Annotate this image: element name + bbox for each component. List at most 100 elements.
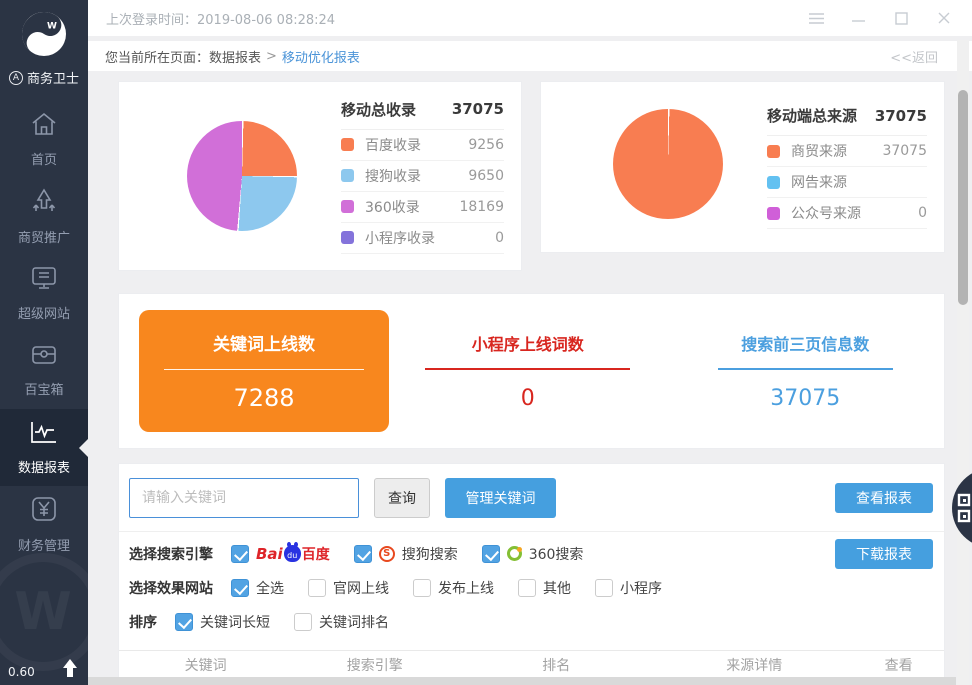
sidebar-item-data-report[interactable]: 数据报表 bbox=[0, 409, 88, 486]
legend-swatch bbox=[341, 200, 354, 213]
site-label: 其他 bbox=[543, 578, 571, 598]
chart-total: 37075 bbox=[452, 100, 504, 118]
table-header-rank: 排名 bbox=[457, 655, 655, 675]
legend-swatch bbox=[341, 231, 354, 244]
table-header-row: 关键词 搜索引擎 排名 来源详情 查看 bbox=[119, 650, 944, 679]
version-label: 0.60 bbox=[8, 665, 35, 679]
legend-item: 商贸来源 37075 bbox=[767, 136, 927, 167]
legend-value: 0 bbox=[918, 205, 927, 221]
legend-item: 公众号来源 0 bbox=[767, 198, 927, 229]
minimize-icon[interactable] bbox=[852, 13, 868, 24]
breadcrumb-separator: > bbox=[266, 49, 277, 64]
view-report-button[interactable]: 查看报表 bbox=[835, 483, 933, 513]
sort-length-checkbox[interactable]: 关键词长短 bbox=[175, 612, 270, 632]
chart-title: 移动端总来源 bbox=[767, 105, 857, 126]
back-link[interactable]: <<返回 bbox=[890, 47, 938, 66]
checkbox-icon bbox=[308, 579, 326, 597]
table-header-keyword: 关键词 bbox=[119, 655, 292, 675]
keyword-input[interactable] bbox=[129, 478, 359, 518]
stat-top3-info[interactable]: 搜索前三页信息数 37075 bbox=[667, 331, 945, 411]
engine-360-checkbox[interactable]: 360搜索 bbox=[482, 544, 584, 564]
legend-item: 搜狗收录 9650 bbox=[341, 161, 504, 192]
breadcrumb-label: 您当前所在页面：数据报表 bbox=[105, 47, 261, 66]
sort-rank-checkbox[interactable]: 关键词排名 bbox=[294, 612, 389, 632]
baidu-logo-text: Bai bbox=[256, 545, 283, 563]
breadcrumb: 您当前所在页面：数据报表 > 移动优化报表 <<返回 bbox=[88, 41, 972, 71]
site-other-checkbox[interactable]: 其他 bbox=[518, 578, 571, 598]
checkbox-icon bbox=[482, 545, 500, 563]
sidebar-item-home[interactable]: 首页 bbox=[0, 101, 88, 178]
site-miniprogram-checkbox[interactable]: 小程序 bbox=[595, 578, 662, 598]
legend-swatch bbox=[341, 138, 354, 151]
vertical-scrollbar-thumb[interactable] bbox=[958, 90, 968, 305]
sidebar-item-toolbox[interactable]: 百宝箱 bbox=[0, 332, 88, 409]
breadcrumb-current-link[interactable]: 移动优化报表 bbox=[282, 47, 360, 66]
chart-total: 37075 bbox=[875, 107, 927, 125]
manage-keywords-button[interactable]: 管理关键词 bbox=[445, 478, 556, 518]
legend-swatch bbox=[767, 207, 780, 220]
stat-value: 37075 bbox=[770, 386, 840, 411]
legend-value: 9256 bbox=[468, 137, 504, 153]
download-report-button[interactable]: 下载报表 bbox=[835, 539, 933, 569]
legend-label: 百度收录 bbox=[365, 135, 468, 155]
checkbox-icon bbox=[354, 545, 372, 563]
stat-title: 搜索前三页信息数 bbox=[741, 331, 869, 355]
main-content: 您当前所在页面：数据报表 > 移动优化报表 <<返回 移动总收录 37075 bbox=[88, 36, 972, 685]
menu-icon[interactable] bbox=[809, 13, 825, 24]
legend-value: 9650 bbox=[468, 168, 504, 184]
mobile-source-legend: 移动端总来源 37075 商贸来源 37075 网告来源 bbox=[767, 105, 927, 229]
stat-divider bbox=[425, 368, 630, 370]
stat-title: 关键词上线数 bbox=[213, 330, 315, 355]
stat-keyword-online[interactable]: 关键词上线数 7288 bbox=[139, 310, 389, 432]
site-label: 小程序 bbox=[620, 578, 662, 598]
baidu-logo-cn: 百度 bbox=[302, 544, 330, 564]
table-header-engine: 搜索引擎 bbox=[292, 655, 457, 675]
legend-swatch bbox=[341, 169, 354, 182]
stat-divider bbox=[718, 368, 893, 370]
close-icon[interactable] bbox=[938, 12, 954, 24]
scroll-top-arrow-icon[interactable] bbox=[62, 659, 78, 681]
legend-value: 0 bbox=[495, 230, 504, 246]
sort-label: 关键词排名 bbox=[319, 612, 389, 632]
sidebar-item-website[interactable]: 超级网站 bbox=[0, 255, 88, 332]
sidebar: W A 商务卫士 首页 bbox=[0, 0, 88, 685]
legend-value: 37075 bbox=[882, 143, 927, 159]
vertical-scrollbar-track[interactable] bbox=[957, 40, 969, 685]
chart-title: 移动总收录 bbox=[341, 99, 416, 120]
app-window: W A 商务卫士 首页 bbox=[0, 0, 972, 685]
legend-label: 公众号来源 bbox=[791, 203, 918, 223]
query-button[interactable]: 查询 bbox=[374, 478, 430, 518]
brand-name: 商务卫士 bbox=[27, 68, 79, 87]
stat-miniprogram-words[interactable]: 小程序上线词数 0 bbox=[389, 331, 667, 411]
legend-item: 百度收录 9256 bbox=[341, 130, 504, 161]
sidebar-item-promotion[interactable]: 商贸推广 bbox=[0, 178, 88, 255]
legend-label: 360收录 bbox=[365, 197, 459, 217]
engine-sogou-checkbox[interactable]: S 搜狗搜索 bbox=[354, 544, 458, 564]
home-icon bbox=[30, 111, 58, 141]
maximize-icon[interactable] bbox=[895, 12, 911, 25]
horizontal-scrollbar[interactable] bbox=[88, 677, 956, 685]
site-official-checkbox[interactable]: 官网上线 bbox=[308, 578, 389, 598]
site-label: 全选 bbox=[256, 578, 284, 598]
engine-filter-row: 选择搜索引擎 Bai du 百度 S 搜狗搜索 bbox=[119, 541, 944, 566]
checkbox-icon bbox=[518, 579, 536, 597]
checkbox-icon bbox=[413, 579, 431, 597]
legend-item: 小程序收录 0 bbox=[341, 223, 504, 254]
engine-baidu-checkbox[interactable]: Bai du 百度 bbox=[231, 544, 330, 564]
engine-label: 360搜索 bbox=[529, 544, 584, 564]
site-all-checkbox[interactable]: 全选 bbox=[231, 578, 284, 598]
site-label: 官网上线 bbox=[333, 578, 389, 598]
finance-yuan-icon bbox=[30, 495, 58, 527]
stat-divider bbox=[164, 369, 364, 370]
last-login-label: 上次登录时间：2019-08-06 08:28:24 bbox=[106, 9, 335, 28]
engine-label: 搜狗搜索 bbox=[402, 544, 458, 564]
checkbox-icon bbox=[595, 579, 613, 597]
sidebar-item-finance[interactable]: 财务管理 bbox=[0, 486, 88, 563]
sidebar-item-label: 商贸推广 bbox=[18, 227, 70, 246]
legend-swatch bbox=[767, 145, 780, 158]
sidebar-item-label: 首页 bbox=[31, 149, 57, 168]
sidebar-item-label: 超级网站 bbox=[18, 303, 70, 322]
report-chart-icon bbox=[29, 419, 59, 449]
site-publish-checkbox[interactable]: 发布上线 bbox=[413, 578, 494, 598]
baidu-logo: Bai du 百度 bbox=[256, 544, 330, 564]
